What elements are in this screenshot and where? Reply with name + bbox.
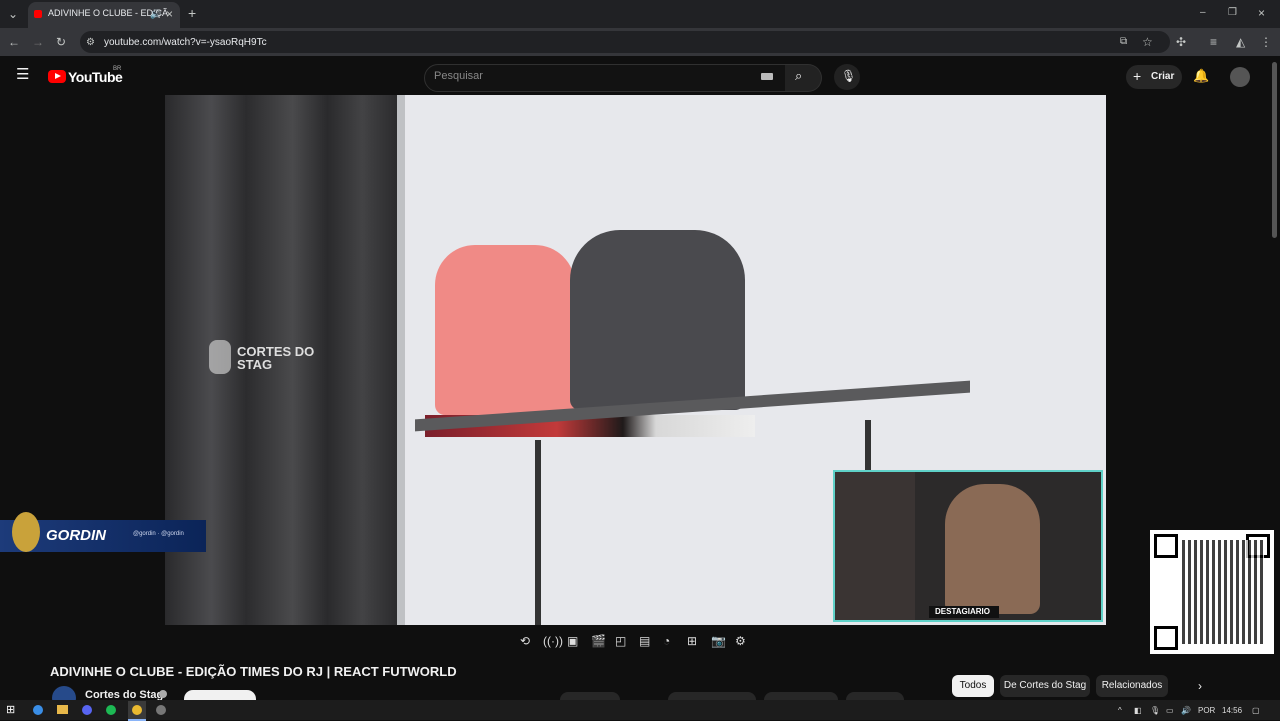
chips-next-icon[interactable]: › — [1198, 680, 1202, 692]
keyboard-icon[interactable] — [761, 73, 773, 80]
tray-mic-icon[interactable]: 🎙 — [1150, 706, 1160, 715]
volume-icon[interactable]: 🔊 — [1181, 706, 1191, 715]
start-icon[interactable]: ⊞ — [6, 704, 15, 716]
window-close-icon[interactable]: × — [1258, 7, 1265, 19]
screenshot-icon[interactable]: 📷 — [711, 635, 726, 647]
region-code: BR — [113, 66, 122, 72]
tray-app-icon[interactable]: ◧ — [1134, 706, 1142, 715]
media-controls-icon[interactable]: ≡ — [1210, 36, 1217, 48]
tray-overflow-icon[interactable]: ^ — [1118, 706, 1122, 715]
site-info-icon[interactable]: ⚙ — [86, 37, 95, 49]
channel-watermark: CORTES DO STAG — [237, 344, 315, 372]
search-icon: ⌕ — [795, 68, 803, 83]
overlay-name: GORDIN — [46, 527, 106, 544]
overlay-handles: @gordin · @gordin — [133, 531, 184, 537]
screen-icon[interactable]: ▣ — [567, 635, 578, 647]
video-title: ADIVINHE O CLUBE - EDIÇÃO TIMES DO RJ | … — [50, 664, 457, 679]
restore-icon[interactable]: ❐ — [1228, 7, 1237, 19]
menu-icon[interactable]: ☰ — [16, 67, 29, 82]
webcam-badge-text: DESTAGIARIO — [935, 607, 990, 616]
windows-taskbar — [0, 700, 1280, 720]
loop-icon[interactable]: ⟲ — [520, 635, 530, 647]
person-right — [570, 230, 745, 410]
avatar[interactable] — [1230, 67, 1250, 87]
profile-icon[interactable]: ◭ — [1236, 36, 1245, 48]
pip-icon[interactable]: ◰ — [615, 635, 626, 647]
new-tab-icon[interactable]: + — [188, 6, 196, 20]
video-player[interactable]: CORTES DO STAG DESTAGIARIO — [165, 95, 1106, 625]
forward-icon[interactable]: → — [32, 36, 44, 48]
qr-code — [1150, 530, 1274, 654]
chip-from-channel[interactable]: De Cortes do Stag — [1000, 675, 1090, 697]
table-leg — [535, 440, 541, 625]
bookmark-star-icon[interactable]: ☆ — [1142, 36, 1153, 48]
webcam-badge: DESTAGIARIO — [929, 606, 999, 618]
minimize-icon[interactable]: – — [1200, 7, 1206, 19]
player-extension-controls: ⟲ ((·)) ▣ 🎬 ◰ ▤ ◔ ⊞ 📷 ⚙ — [510, 632, 755, 652]
chip-todos[interactable]: Todos — [952, 675, 994, 697]
film-icon[interactable]: ▤ — [639, 635, 650, 647]
youtube-favicon-icon — [34, 10, 42, 18]
tab-audio-icon[interactable]: 🔊 — [150, 8, 161, 20]
notification-center-icon[interactable]: ▢ — [1252, 706, 1260, 715]
language-indicator[interactable]: POR — [1198, 706, 1215, 715]
reload-icon[interactable]: ↻ — [56, 36, 66, 48]
explorer-app-icon[interactable] — [57, 705, 68, 714]
create-label: Criar — [1151, 71, 1175, 82]
tab-search-icon[interactable]: ⌄ — [6, 8, 20, 20]
mic-icon: 🎙 — [841, 69, 857, 83]
url-text[interactable]: youtube.com/watch?v=-ysaoRqH9Tc — [104, 37, 267, 48]
search-button[interactable] — [785, 64, 822, 92]
obs-app-icon[interactable] — [156, 705, 166, 715]
watch-icon — [12, 512, 40, 552]
youtube-logo-icon[interactable] — [48, 70, 66, 83]
chip-related[interactable]: Relacionados — [1096, 675, 1168, 697]
streamer-webcam — [833, 470, 1103, 622]
mask-logo-icon — [209, 340, 231, 374]
video-pole — [397, 95, 405, 625]
person-left — [435, 245, 575, 415]
streamer-name-overlay: GORDIN @gordin · @gordin — [0, 512, 206, 552]
edge-app-icon[interactable] — [33, 705, 43, 715]
browser-menu-icon[interactable]: ⋮ — [1260, 36, 1272, 48]
clapper-icon[interactable]: 🎬 — [591, 635, 606, 647]
back-icon[interactable]: ← — [8, 36, 20, 48]
notifications-bell-icon[interactable]: 🔔 — [1193, 69, 1209, 82]
plus-icon: + — [1133, 68, 1142, 84]
verified-icon — [159, 690, 167, 698]
tab-close-icon[interactable]: × — [166, 8, 173, 20]
page-scrollbar[interactable] — [1272, 62, 1277, 238]
settings-gear-icon[interactable]: ⚙ — [735, 635, 746, 647]
broadcast-icon[interactable]: ((·)) — [543, 635, 563, 647]
add-frame-icon[interactable]: ⊞ — [687, 635, 697, 647]
speed-icon[interactable]: ◔ — [663, 635, 670, 647]
install-icon[interactable]: ⧉ — [1120, 36, 1127, 48]
spotify-app-icon[interactable] — [106, 705, 116, 715]
clock[interactable]: 14:56 — [1222, 706, 1242, 715]
network-icon[interactable]: ▭ — [1166, 706, 1174, 715]
search-placeholder: Pesquisar — [434, 70, 483, 82]
discord-app-icon[interactable] — [82, 705, 92, 715]
extensions-icon[interactable]: ✣ — [1176, 36, 1186, 48]
chrome-app-icon[interactable] — [132, 705, 142, 715]
